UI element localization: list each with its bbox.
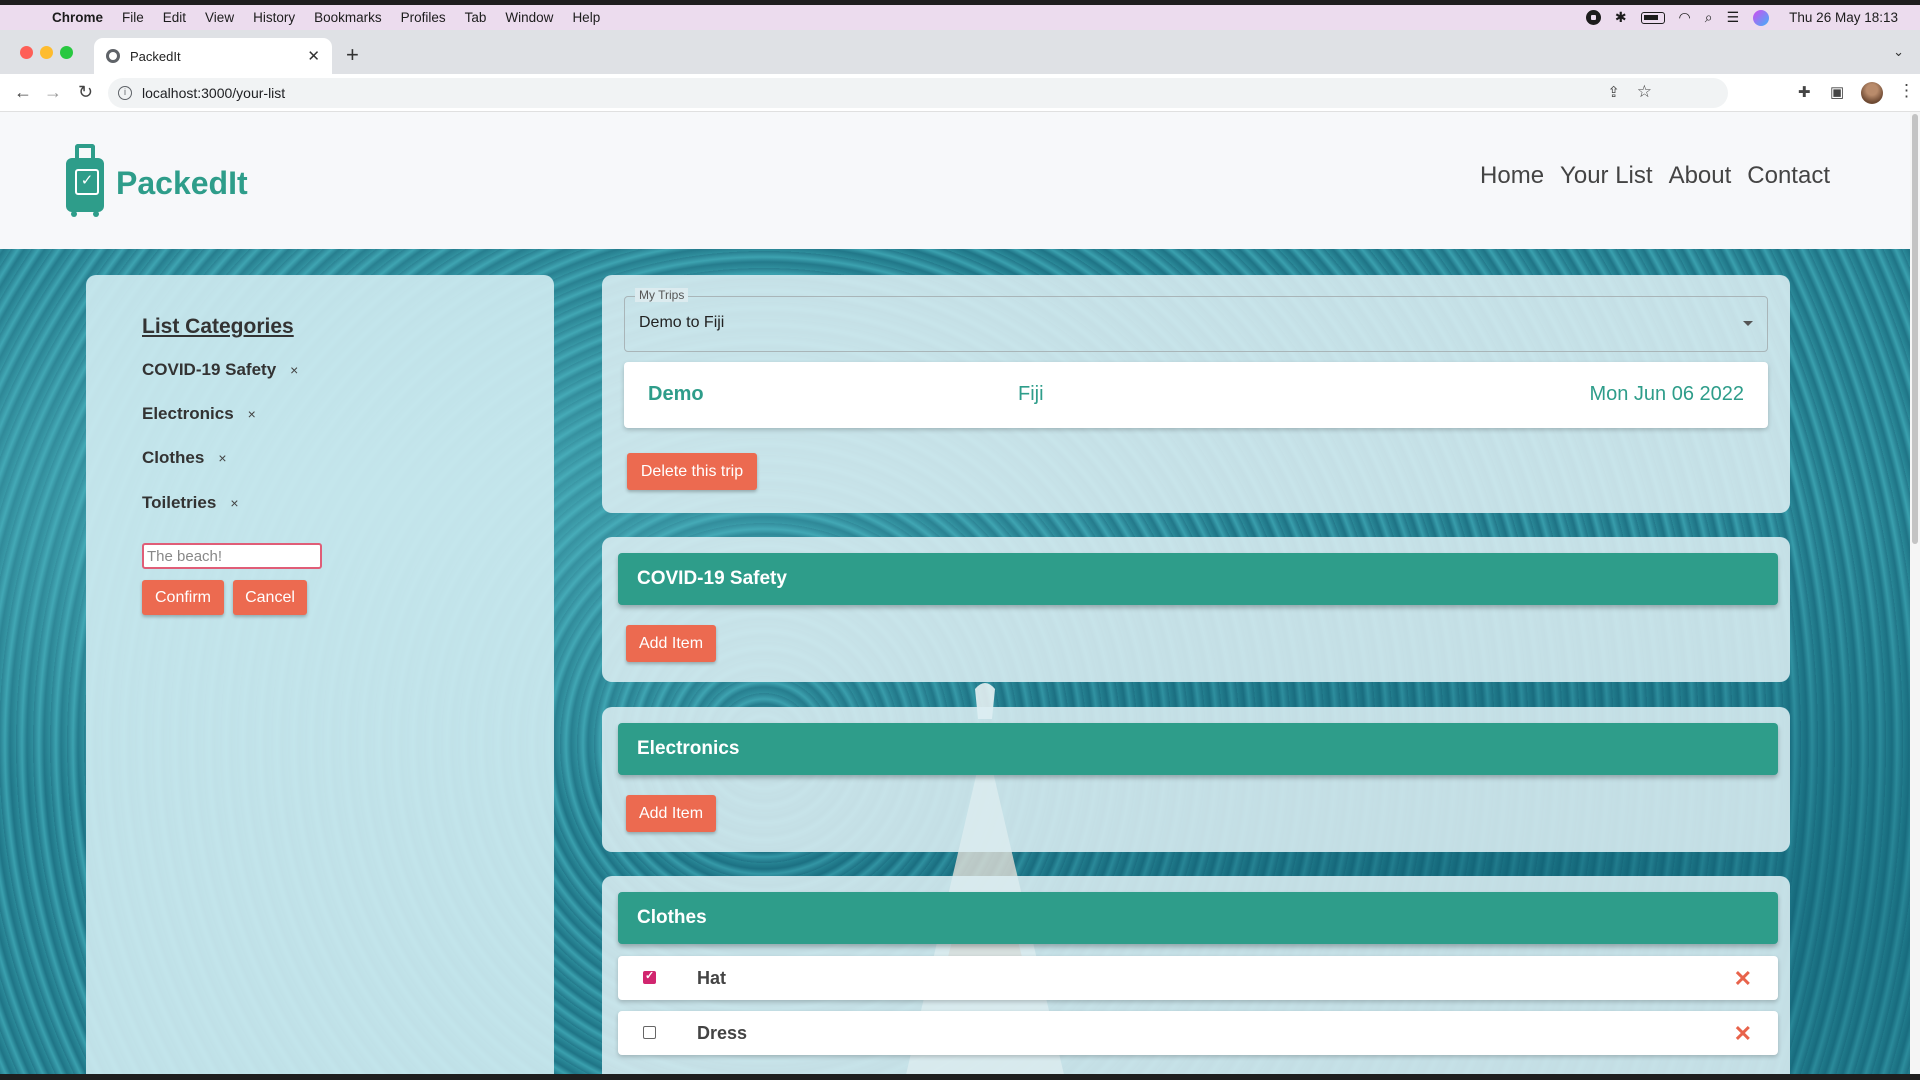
menu-history[interactable]: History — [253, 10, 295, 25]
tab-title: PackedIt — [130, 48, 181, 64]
site-nav: Home Your List About Contact — [1480, 162, 1830, 190]
remove-category-icon[interactable]: × — [290, 362, 298, 378]
delete-trip-button[interactable]: Delete this trip — [627, 453, 757, 490]
category-label: Electronics — [142, 404, 234, 423]
extensions-puzzle-icon[interactable]: ✚ — [1798, 83, 1811, 101]
web-page: PackedIt Home Your List About Contact Li… — [0, 112, 1910, 1074]
list-categories-sidebar: List Categories COVID-19 Safety × Electr… — [86, 275, 554, 1074]
item-label: Dress — [697, 1023, 748, 1043]
back-arrow-icon[interactable]: ← — [14, 82, 32, 103]
menu-profiles[interactable]: Profiles — [401, 10, 446, 25]
remove-category-icon[interactable]: × — [230, 495, 238, 511]
control-center-icon[interactable]: ☰ — [1727, 9, 1740, 26]
browser-menu-kebab-icon[interactable]: ⋮ — [1898, 81, 1915, 101]
tab-favicon-icon — [106, 49, 120, 63]
bookmark-star-icon[interactable]: ☆ — [1637, 82, 1652, 102]
category-item: Toiletries × — [142, 493, 239, 513]
bluetooth-icon[interactable]: ✱ — [1615, 9, 1627, 26]
window-minimize-button[interactable] — [40, 46, 53, 59]
category-panel: Clothes Hat ✕ Dress ✕ — [602, 876, 1790, 1074]
wifi-icon[interactable]: ◠ — [1679, 9, 1691, 26]
site-logo-text: PackedIt — [116, 164, 248, 201]
my-trips-select[interactable]: My Trips Demo to Fiji — [624, 288, 1768, 352]
my-trips-label: My Trips — [635, 288, 689, 302]
category-label: Clothes — [142, 448, 205, 467]
window-close-button[interactable] — [20, 46, 33, 59]
ocean-background: List Categories COVID-19 Safety × Electr… — [0, 249, 1910, 1074]
trip-destination: Fiji — [1018, 383, 1044, 405]
window-zoom-button[interactable] — [60, 46, 73, 59]
tab-close-icon[interactable]: ✕ — [307, 47, 320, 65]
category-panel: Electronics Add Item — [602, 707, 1790, 852]
trip-name: Demo — [648, 383, 704, 405]
category-header: COVID-19 Safety — [618, 553, 1778, 605]
menu-file[interactable]: File — [122, 10, 144, 25]
menu-bar-clock[interactable]: Thu 26 May 18:13 — [1789, 10, 1898, 25]
remove-item-icon[interactable]: ✕ — [1734, 1021, 1752, 1047]
remove-category-icon[interactable]: × — [248, 406, 256, 422]
nav-your-list[interactable]: Your List — [1560, 162, 1653, 190]
add-item-button[interactable]: Add Item — [626, 625, 716, 662]
menu-window[interactable]: Window — [505, 10, 553, 25]
forward-arrow-icon[interactable]: → — [44, 82, 62, 103]
menu-help[interactable]: Help — [572, 10, 600, 25]
site-info-icon[interactable]: i — [118, 86, 132, 100]
nav-about[interactable]: About — [1669, 162, 1732, 190]
screen-bottom-edge — [0, 1074, 1920, 1080]
remove-item-icon[interactable]: ✕ — [1734, 966, 1752, 992]
dropdown-arrow-icon[interactable] — [1743, 321, 1753, 326]
reload-icon[interactable]: ↻ — [78, 82, 93, 103]
remove-category-icon[interactable]: × — [218, 450, 226, 466]
page-scrollbar[interactable] — [1910, 112, 1920, 1074]
category-label: COVID-19 Safety — [142, 360, 277, 379]
share-icon[interactable]: ⇪ — [1607, 83, 1620, 101]
category-panel: COVID-19 Safety Add Item — [602, 537, 1790, 682]
macos-menu-bar: Chrome File Edit View History Bookmarks … — [0, 5, 1920, 30]
my-trips-value[interactable]: Demo to Fiji — [639, 314, 724, 332]
tab-search-chevron-icon[interactable]: ⌄ — [1893, 44, 1904, 60]
category-header: Electronics — [618, 723, 1778, 775]
menu-app-name[interactable]: Chrome — [52, 10, 103, 25]
spotlight-search-icon[interactable]: ⌕ — [1705, 9, 1713, 26]
trip-date: Mon Jun 06 2022 — [1589, 383, 1744, 405]
browser-tab-strip: PackedIt ✕ + ⌄ — [0, 30, 1920, 74]
address-bar[interactable]: i localhost:3000/your-list ⇪ ☆ — [108, 78, 1728, 108]
browser-toolbar: ← → ↻ i localhost:3000/your-list ⇪ ☆ ✚ ▣… — [0, 74, 1920, 112]
add-item-button[interactable]: Add Item — [626, 795, 716, 832]
address-url[interactable]: localhost:3000/your-list — [142, 85, 285, 101]
site-logo[interactable]: PackedIt — [66, 144, 248, 218]
list-categories-heading: List Categories — [142, 315, 294, 338]
nav-contact[interactable]: Contact — [1747, 162, 1830, 190]
nav-home[interactable]: Home — [1480, 162, 1544, 190]
confirm-button[interactable]: Confirm — [142, 580, 224, 615]
menu-edit[interactable]: Edit — [163, 10, 186, 25]
trip-card: Demo Fiji Mon Jun 06 2022 — [624, 362, 1768, 428]
list-item: Dress ✕ — [618, 1011, 1778, 1055]
browser-tab-active[interactable]: PackedIt ✕ — [94, 38, 332, 74]
siri-icon[interactable] — [1753, 9, 1770, 26]
menu-bookmarks[interactable]: Bookmarks — [314, 10, 382, 25]
scrollbar-thumb[interactable] — [1912, 114, 1918, 544]
site-header: PackedIt Home Your List About Contact — [0, 112, 1910, 249]
category-header: Clothes — [618, 892, 1778, 944]
menu-view[interactable]: View — [205, 10, 234, 25]
battery-icon[interactable] — [1640, 11, 1665, 24]
side-panel-icon[interactable]: ▣ — [1830, 83, 1844, 101]
category-item: COVID-19 Safety × — [142, 360, 298, 380]
trip-panel: My Trips Demo to Fiji Demo Fiji Mon Jun … — [602, 275, 1790, 513]
list-item: Hat ✕ — [618, 956, 1778, 1000]
category-label: Toiletries — [142, 493, 217, 512]
item-checkbox[interactable] — [643, 1026, 656, 1039]
new-tab-icon[interactable]: + — [346, 42, 359, 68]
item-checkbox[interactable] — [643, 969, 656, 984]
category-item: Clothes × — [142, 448, 227, 468]
profile-avatar[interactable] — [1861, 82, 1883, 104]
screen-record-icon[interactable] — [1585, 10, 1601, 25]
item-label: Hat — [697, 968, 727, 988]
category-item: Electronics × — [142, 404, 256, 424]
new-category-input[interactable] — [142, 543, 322, 569]
menu-tab[interactable]: Tab — [465, 10, 487, 25]
cancel-button[interactable]: Cancel — [233, 580, 307, 615]
suitcase-logo-icon — [66, 144, 104, 218]
